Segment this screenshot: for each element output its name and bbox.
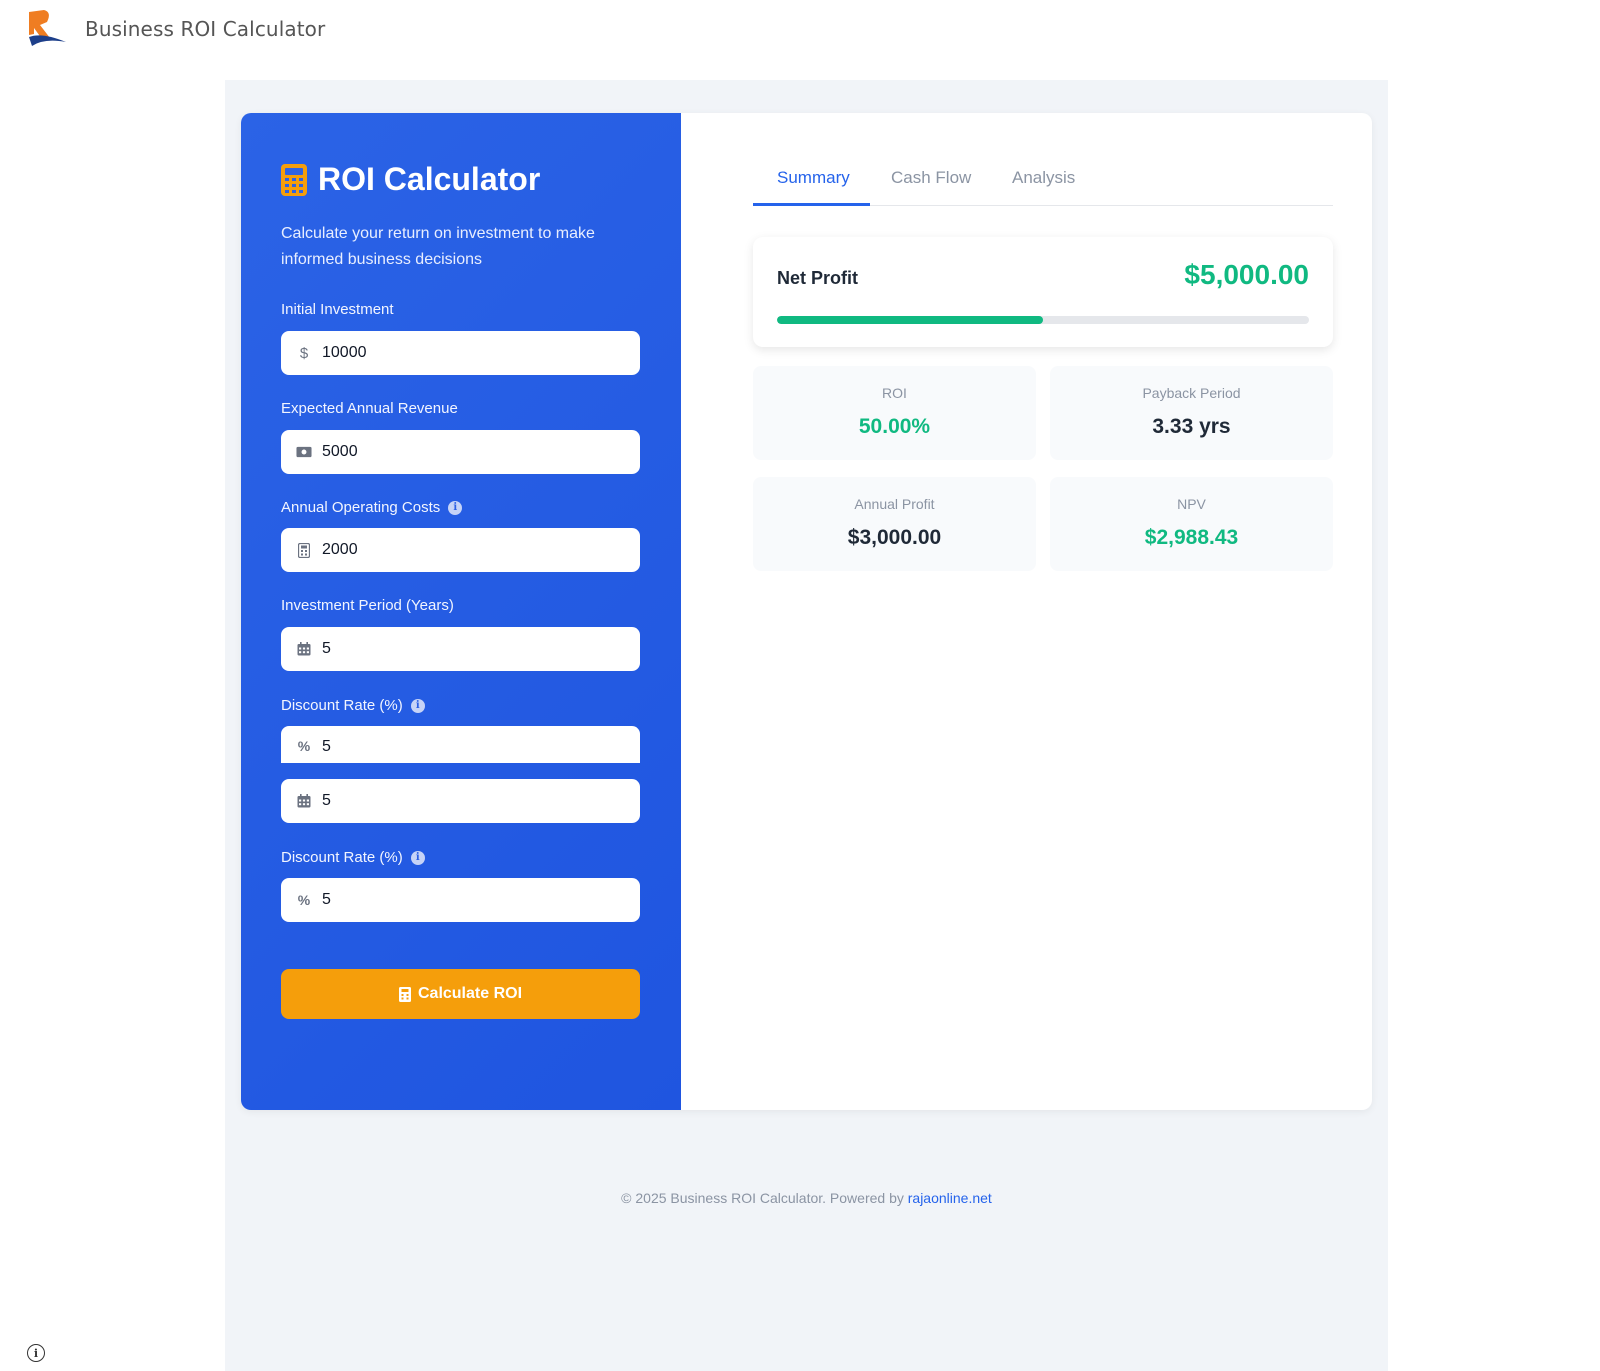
field-label-text: Investment Period (Years) <box>281 597 454 614</box>
money-bill-icon <box>296 444 312 460</box>
tab-summary[interactable]: Summary <box>777 168 850 205</box>
net-profit-progress-fill <box>777 316 1043 324</box>
metric-label: ROI <box>882 385 907 401</box>
page-container: ROI Calculator Calculate your return on … <box>225 80 1388 1371</box>
active-tab-indicator <box>753 203 870 206</box>
calculate-roi-label: Calculate ROI <box>417 985 523 1002</box>
field-label-text: Initial Investment <box>281 301 394 318</box>
metric-card-npv: NPV $2,988.43 <box>1050 477 1333 571</box>
info-icon[interactable]: i <box>410 850 425 865</box>
field-label-text: Discount Rate (%) <box>281 697 403 714</box>
calculator-icon <box>296 542 312 558</box>
field-label-investment-period: Investment Period (Years) <box>281 597 454 614</box>
metric-value: 3.33 yrs <box>1152 415 1231 438</box>
net-profit-label: Net Profit <box>777 268 858 288</box>
dollar-icon: $ <box>299 344 309 362</box>
logo-icon <box>29 10 66 46</box>
info-icon[interactable]: i <box>448 500 463 515</box>
calendar-icon <box>296 793 312 809</box>
tab-analysis[interactable]: Analysis <box>1012 168 1075 205</box>
field-label-discount-rate: Discount Rate (%) i <box>281 697 425 714</box>
top-bar: Business ROI Calculator <box>0 0 1600 60</box>
results-panel: Summary Cash Flow Analysis Net Profit $5… <box>681 113 1372 1110</box>
calendar-icon <box>296 641 312 657</box>
metric-label: Annual Profit <box>854 496 935 512</box>
tab-cash-flow[interactable]: Cash Flow <box>891 168 971 205</box>
calculator-icon <box>281 163 307 196</box>
field-label-text: Discount Rate (%) <box>281 849 403 866</box>
footer-text: © 2025 Business ROI Calculator. Powered … <box>621 1190 904 1206</box>
operating-costs-input[interactable]: 2000 <box>281 528 640 572</box>
metric-card-annual-profit: Annual Profit $3,000.00 <box>753 477 1036 571</box>
field-label-text: Annual Operating Costs <box>281 499 441 516</box>
discount-rate-input[interactable]: % 5 <box>281 726 640 763</box>
metric-label: NPV <box>1177 496 1206 512</box>
metric-card-payback-period: Payback Period 3.33 yrs <box>1050 366 1333 460</box>
metric-value: $3,000.00 <box>847 526 942 549</box>
field-value: 5 <box>322 891 331 908</box>
app-title: Business ROI Calculator <box>85 17 326 41</box>
net-profit-card: Net Profit $5,000.00 <box>753 237 1333 347</box>
metric-card-roi: ROI 50.00% <box>753 366 1036 460</box>
field-label-initial-investment: Initial Investment <box>281 301 394 318</box>
metric-value: 50.00% <box>858 415 931 438</box>
calculator-icon <box>398 986 411 1002</box>
field-label-discount-rate-duplicate: Discount Rate (%) i <box>281 849 425 866</box>
field-label-operating-costs: Annual Operating Costs i <box>281 499 463 516</box>
percent-icon: % <box>297 892 311 908</box>
field-value: 5 <box>322 792 331 809</box>
calculator-subtitle: Calculate your return on investment to m… <box>281 225 595 268</box>
field-value: 5000 <box>322 443 358 460</box>
annual-revenue-input[interactable]: 5000 <box>281 430 640 474</box>
metric-label: Payback Period <box>1142 385 1241 401</box>
field-label-text: Expected Annual Revenue <box>281 400 458 417</box>
info-icon[interactable]: i <box>27 1344 45 1362</box>
investment-period-input-duplicate[interactable]: 5 <box>281 779 640 823</box>
calculator-header: ROI Calculator <box>281 161 540 198</box>
input-panel: ROI Calculator Calculate your return on … <box>241 113 681 1110</box>
field-label-annual-revenue: Expected Annual Revenue <box>281 400 458 417</box>
net-profit-value: $5,000.00 <box>1184 259 1309 290</box>
footer-link[interactable]: rajaonline.net <box>908 1190 992 1206</box>
calculator-card: ROI Calculator Calculate your return on … <box>241 113 1372 1110</box>
calculate-roi-button[interactable]: Calculate ROI <box>281 969 640 1019</box>
calculator-title: ROI Calculator <box>318 161 541 197</box>
field-value: 10000 <box>322 344 367 361</box>
field-value: 5 <box>322 640 331 657</box>
footer: © 2025 Business ROI Calculator. Powered … <box>225 1190 1388 1206</box>
field-value: 2000 <box>322 541 358 558</box>
initial-investment-input[interactable]: $ 10000 <box>281 331 640 375</box>
net-profit-progress-bar <box>777 316 1309 324</box>
discount-rate-input-duplicate[interactable]: % 5 <box>281 878 640 922</box>
info-icon[interactable]: i <box>410 698 425 713</box>
field-value: 5 <box>322 738 331 755</box>
investment-period-input[interactable]: 5 <box>281 627 640 671</box>
percent-icon: % <box>297 738 311 754</box>
results-tabs: Summary Cash Flow Analysis <box>753 153 1333 206</box>
metric-value: $2,988.43 <box>1144 526 1239 549</box>
